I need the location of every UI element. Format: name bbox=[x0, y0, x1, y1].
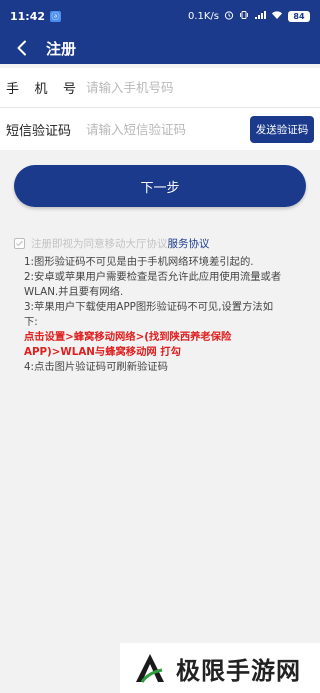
tip-line-1: 1:图形验证码不可见是由于手机网络环境差引起的. bbox=[24, 256, 254, 268]
phone-input[interactable] bbox=[86, 72, 314, 103]
tip-line-4: 4:点击图片验证码可刷新验证码 bbox=[24, 361, 168, 373]
register-form: 手 机 号 短信验证码 发送验证码 bbox=[0, 68, 320, 150]
check-icon bbox=[16, 240, 24, 247]
notification-app-icon: ⓐ bbox=[50, 10, 62, 22]
service-agreement-link[interactable]: 服务协议 bbox=[168, 236, 210, 251]
page-title: 注册 bbox=[46, 39, 77, 58]
sms-label: 短信验证码 bbox=[6, 123, 72, 139]
next-step-button[interactable]: 下一步 bbox=[14, 165, 306, 207]
vibrate-icon bbox=[239, 10, 249, 23]
phone-label: 手 机 号 bbox=[6, 82, 76, 97]
watermark-text: 极限手游网 bbox=[176, 655, 301, 685]
back-button[interactable] bbox=[0, 32, 44, 64]
alarm-icon bbox=[224, 10, 234, 23]
tip-settings-path: 点击设置>蜂窝移动网络>(找到陕西养老保险APP)>WLAN与蜂窝移动网 打勾 bbox=[24, 331, 232, 358]
battery-icon: 84 bbox=[288, 10, 310, 22]
network-speed: 0.1K/s bbox=[187, 10, 219, 22]
agree-checkbox[interactable] bbox=[14, 238, 25, 249]
signal-icon bbox=[254, 10, 266, 23]
wifi-icon bbox=[271, 10, 283, 23]
watermark: 极限手游网 bbox=[120, 643, 320, 693]
tip-line-2: 2:安卓或苹果用户需要检查是否允许此应用使用流量或者WLAN.并且要有网络. bbox=[24, 271, 282, 298]
watermark-logo-icon bbox=[136, 654, 164, 683]
agreement-text: 注册即视为同意移动大厅协议 bbox=[31, 238, 168, 250]
send-code-button[interactable]: 发送验证码 bbox=[250, 115, 314, 143]
app-header: 注册 bbox=[0, 32, 320, 64]
status-bar: 11:42 ⓐ 0.1K/s 84 bbox=[0, 0, 320, 32]
tip-line-3: 3:苹果用户下载使用APP图形验证码不可见,设置方法如下: bbox=[24, 301, 273, 328]
chevron-left-icon bbox=[17, 40, 26, 56]
verification-tips: 1:图形验证码不可见是由于手机网络环境差引起的. 2:安卓或苹果用户需要检查是否… bbox=[24, 255, 286, 375]
status-time: 11:42 bbox=[10, 9, 46, 23]
sms-code-input[interactable] bbox=[86, 114, 250, 144]
phone-row: 手 机 号 bbox=[0, 68, 320, 108]
agreement-row: 注册即视为同意移动大厅协议 服务协议 bbox=[14, 236, 314, 251]
sms-row: 短信验证码 发送验证码 bbox=[0, 108, 320, 150]
